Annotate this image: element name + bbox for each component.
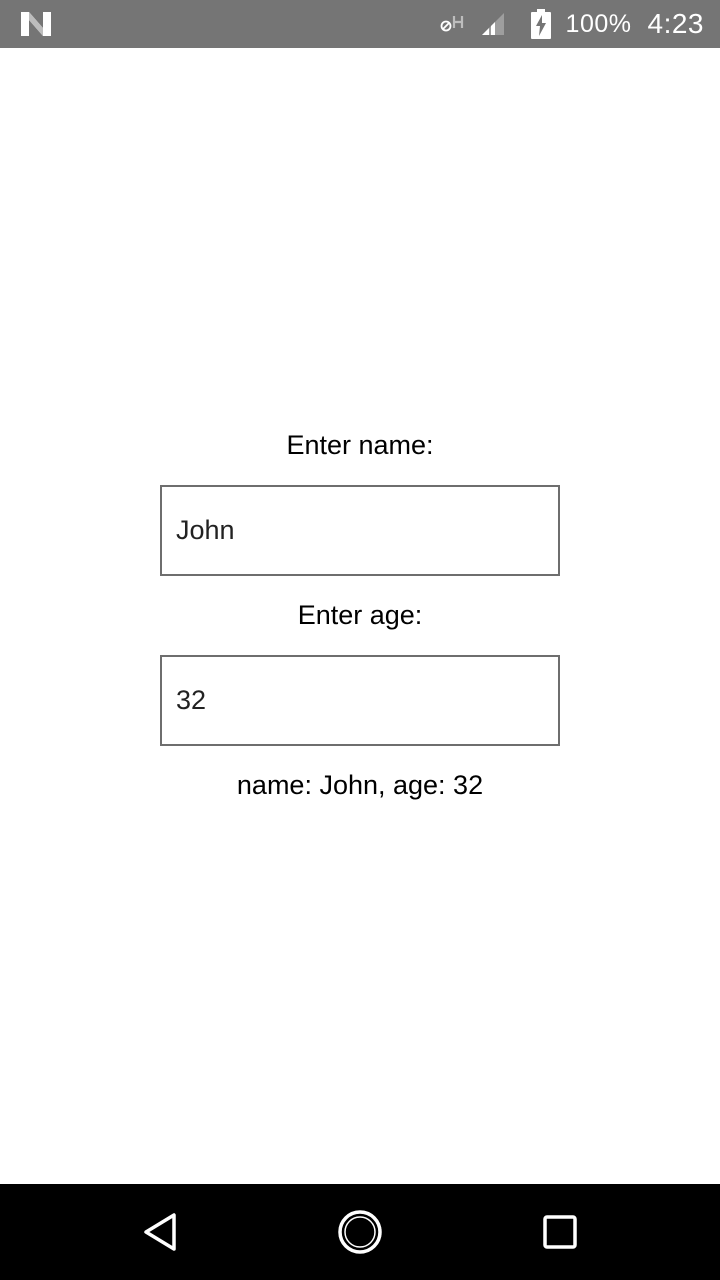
name-label: Enter name: [286,430,434,460]
navigation-bar [0,1184,720,1280]
recents-button[interactable] [530,1202,590,1262]
clock: 4:23 [647,8,704,39]
n-logo-icon [21,12,51,36]
home-icon [338,1210,382,1254]
battery-percent: 100% [565,9,632,38]
back-button[interactable] [130,1202,190,1262]
summary-text: name: John, age: 32 [236,770,484,800]
battery-charging-icon [530,9,551,39]
hd-voice-icon [440,16,463,32]
recents-icon [543,1215,577,1249]
age-input[interactable] [160,655,560,746]
back-icon [144,1213,176,1251]
age-label: Enter age: [297,600,423,630]
status-icons: 100% 4:23 [440,0,704,48]
name-input[interactable] [160,485,560,576]
signal-icon [481,13,504,35]
home-button[interactable] [330,1202,390,1262]
status-bar: 100% 4:23 [0,0,720,48]
